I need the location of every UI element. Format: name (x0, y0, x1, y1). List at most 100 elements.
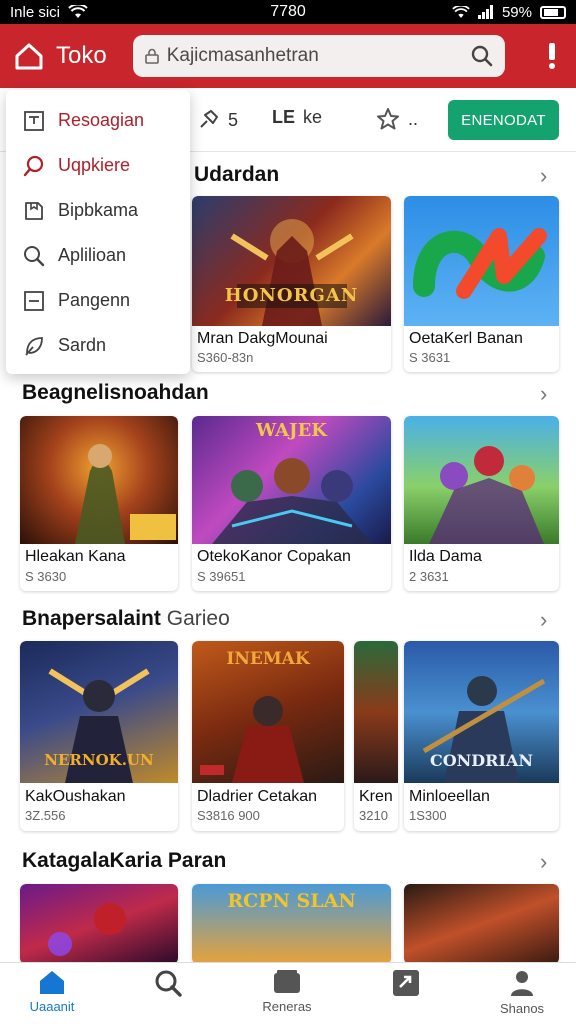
game-thumbnail: RCPN SLAN (192, 884, 391, 964)
pin-icon (200, 110, 218, 128)
game-thumbnail (20, 884, 178, 964)
folder-icon (274, 970, 300, 993)
menu-item-uqpkiere[interactable]: Uqpkiere (6, 143, 190, 188)
game-thumbnail (404, 884, 559, 964)
card-title: OtekoKanor Copakan (197, 548, 351, 565)
menu-item-label: Bipbkama (58, 200, 139, 220)
hero-art (75, 444, 176, 544)
card-price: S3816 900 (197, 808, 260, 823)
card-title: KakOushakan (25, 788, 126, 805)
tool-pin[interactable]: 5 (196, 108, 238, 132)
section-title: Beagnelisnoahdan (22, 381, 209, 404)
download-icon (393, 970, 419, 996)
game-card[interactable] (20, 884, 178, 964)
section-title: Udardan (194, 163, 280, 186)
game-card[interactable]: INEMAK Dladrier Cetakan S3816 900 (192, 641, 344, 831)
menu-item-pangenn[interactable]: Pangenn (6, 278, 190, 323)
game-card[interactable]: OetaKerl Banan S 3631 (404, 196, 559, 372)
game-card[interactable]: NERNOK.UN KakOushakan 3Z.556 (20, 641, 178, 831)
game-banner: NERNOK.UN (44, 751, 154, 769)
card-title: Hleakan Kana (25, 548, 126, 565)
carrier-label: Inle sici (10, 3, 61, 21)
menu-item-label: Sardn (58, 335, 107, 355)
section-title: KatagalaKaria Paran (22, 849, 227, 872)
nav-library[interactable]: Reneras (247, 969, 327, 1014)
game-thumbnail (354, 641, 398, 783)
home-icon (40, 971, 64, 994)
section-title-suffix: Garieo (166, 607, 230, 630)
game-thumbnail (20, 416, 178, 544)
list-icon (24, 110, 44, 131)
card-title: Minloeellan (409, 788, 490, 805)
status-bar: Inle sici 7780 59% (0, 0, 576, 24)
game-thumbnail: WAJEK (192, 416, 391, 544)
game-banner: WAJEK (256, 420, 327, 441)
hero-art (429, 446, 544, 544)
brand-name: Toko (56, 42, 107, 69)
game-card[interactable] (404, 884, 559, 964)
tool-favorite[interactable]: .. (376, 107, 418, 131)
hero-art (230, 219, 354, 326)
card-price: 3210 (359, 808, 388, 823)
game-card[interactable]: WAJEK OtekoKanor Copakan S 39651 (192, 416, 391, 591)
alert-icon[interactable] (542, 43, 562, 69)
tool-le-prefix: LE (272, 107, 296, 127)
card-price: 3Z.556 (25, 808, 66, 823)
menu-item-bipbkama[interactable]: Bipbkama (6, 188, 190, 233)
menu-item-aplilioan[interactable]: Aplilioan (6, 233, 190, 278)
star-icon (377, 108, 399, 130)
search-icon (155, 970, 182, 997)
section-title-main: Bnapersalaint (22, 607, 161, 630)
app-screen: Inle sici 7780 59% Toko Kajicmasanhetran (0, 0, 576, 1024)
game-card[interactable]: CONDRIAN Minloeellan 1S300 (404, 641, 559, 831)
game-banner: RCPN SLAN (227, 890, 356, 912)
app-header: Toko Kajicmasanhetran (0, 24, 576, 88)
nav-home[interactable]: Uaaanit (12, 969, 92, 1014)
signal-icon (477, 5, 493, 19)
profile-icon (511, 971, 533, 996)
cta-button[interactable]: ENENODAT (448, 100, 559, 140)
wifi-icon (68, 5, 88, 18)
game-banner: CONDRIAN (430, 751, 533, 770)
menu-item-resoagian[interactable]: Resoagian (6, 98, 190, 143)
tool-favorite-label: .. (408, 108, 419, 129)
card-title: Mran DakgMounai (197, 330, 328, 347)
card-price: S 39651 (197, 569, 246, 584)
tool-le[interactable]: LE ke (272, 107, 322, 128)
menu-item-label: Pangenn (58, 290, 131, 310)
game-card[interactable]: Kren 3210 (354, 641, 398, 831)
game-card[interactable]: Hleakan Kana S 3630 (20, 416, 178, 591)
section-title: Bnapersalaint Garieo (22, 607, 230, 631)
card-price: S360-83n (197, 350, 254, 365)
card-price: S 3630 (25, 569, 67, 584)
card-price: 2 3631 (409, 569, 449, 584)
search-icon (24, 245, 45, 266)
nav-profile[interactable]: Shanos (482, 969, 562, 1016)
search-icon[interactable] (471, 45, 493, 67)
chevron-right-icon[interactable]: › (540, 849, 547, 875)
menu-item-label: Aplilioan (58, 245, 127, 265)
game-thumbnail: INEMAK (192, 641, 344, 783)
menu-item-sardn[interactable]: Sardn (6, 323, 190, 368)
game-card[interactable]: Ilda Dama 2 3631 (404, 416, 559, 591)
nav-label: Uaaanit (29, 999, 75, 1014)
nav-search[interactable] (128, 969, 208, 1001)
card-title: Kren (359, 788, 393, 805)
brand[interactable]: Toko (14, 42, 107, 70)
card-price: 1S300 (409, 808, 447, 823)
nav-label: Shanos (499, 1001, 545, 1016)
nav-updates[interactable] (366, 969, 446, 1001)
app-logo-icon (413, 228, 547, 299)
game-card[interactable]: HONORGAN Mran DakgMounai S360-83n (192, 196, 391, 372)
game-thumbnail: NERNOK.UN (20, 641, 178, 783)
chevron-right-icon[interactable]: › (540, 163, 547, 189)
search-placeholder: Kajicmasanhetran (166, 45, 319, 66)
game-card[interactable]: RCPN SLAN (192, 884, 391, 964)
chevron-right-icon[interactable]: › (540, 381, 547, 407)
game-banner: INEMAK (226, 649, 310, 669)
chevron-right-icon[interactable]: › (540, 607, 547, 633)
minus-box-icon (24, 290, 44, 311)
dropdown-menu: Resoagian Uqpkiere Bipbkama Aplilioan Pa… (6, 90, 190, 374)
card-title: Dladrier Cetakan (197, 788, 318, 805)
search-input[interactable]: Kajicmasanhetran (132, 35, 505, 77)
